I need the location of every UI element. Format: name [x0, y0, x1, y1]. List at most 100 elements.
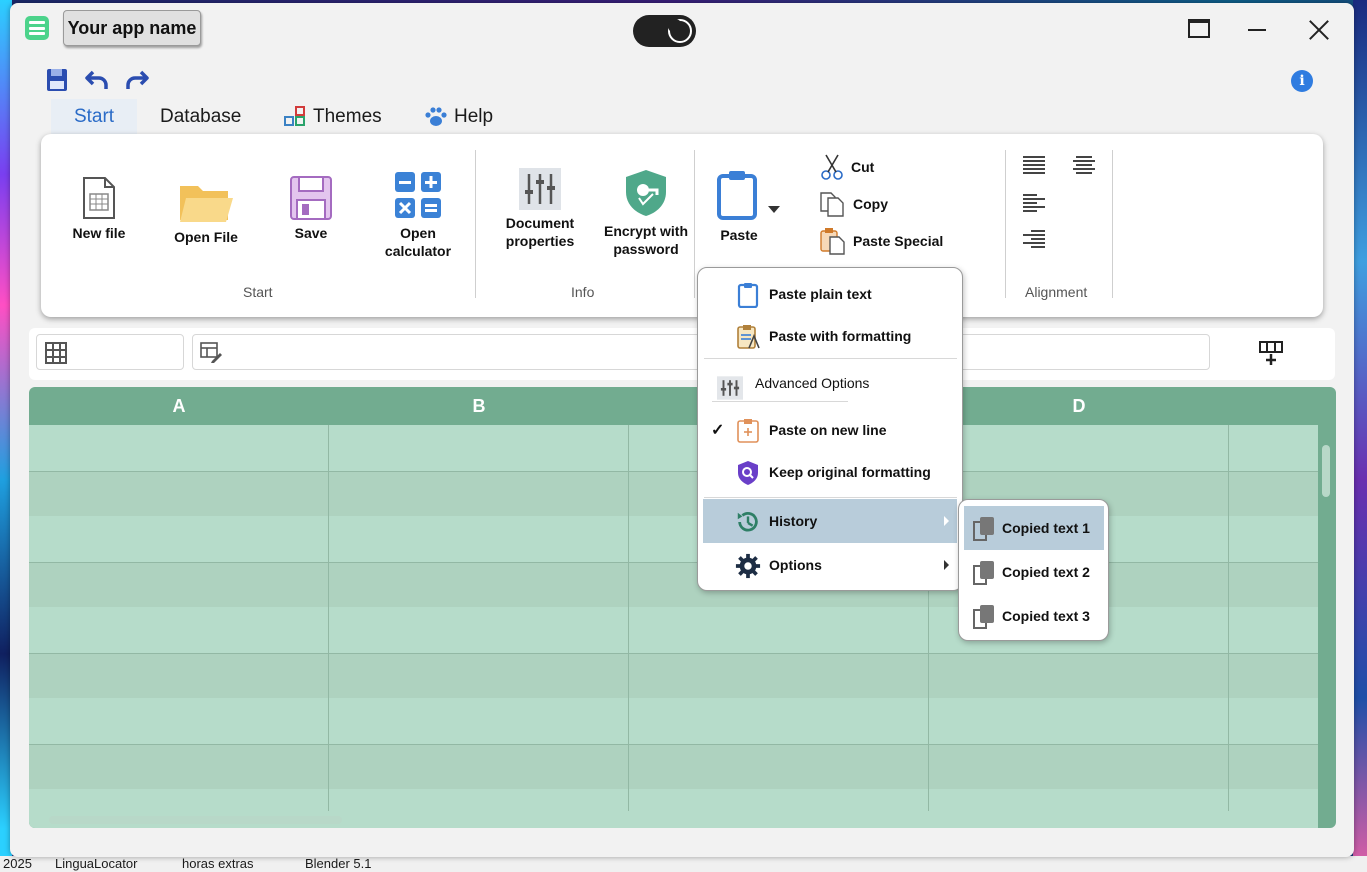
- open-calculator-button[interactable]: Open calculator: [383, 170, 453, 260]
- open-calculator-label-2: calculator: [384, 243, 452, 259]
- menu-item-keep-original-formatting[interactable]: Keep original formatting: [703, 450, 957, 494]
- table-row[interactable]: [29, 516, 1318, 562]
- cut-button[interactable]: Cut: [821, 154, 874, 180]
- tab-database[interactable]: Database: [160, 99, 241, 135]
- minimize-button[interactable]: [1243, 15, 1273, 45]
- app-logo-icon: [25, 16, 49, 40]
- group-label-info: Info: [571, 284, 595, 300]
- gear-icon: [735, 553, 761, 579]
- taskbar-item[interactable]: LinguaLocator: [55, 856, 137, 872]
- tab-label: Help: [454, 106, 494, 127]
- vertical-scrollbar[interactable]: [1322, 445, 1330, 497]
- new-file-label: New file: [72, 225, 126, 241]
- tab-label: Database: [160, 106, 242, 127]
- history-submenu: Copied text 1 Copied text 2 Copied text …: [958, 499, 1109, 641]
- tab-label: Start: [73, 106, 115, 127]
- column-header-e[interactable]: [1229, 387, 1318, 425]
- table-row[interactable]: [29, 607, 1318, 653]
- align-center-icon[interactable]: [1073, 156, 1095, 178]
- grid-line: [628, 425, 629, 811]
- menu-separator: [704, 497, 957, 498]
- undo-icon[interactable]: [84, 67, 110, 93]
- menu-item-options[interactable]: Options: [703, 543, 957, 587]
- menu-item-paste-plain-text[interactable]: Paste plain text: [703, 272, 957, 316]
- table-row[interactable]: [29, 470, 1318, 516]
- copy-doc-icon: [973, 605, 994, 629]
- paste-new-line-icon: [737, 419, 759, 443]
- copy-label: Copy: [853, 196, 888, 212]
- paw-icon: [425, 107, 447, 126]
- maximize-button[interactable]: [1184, 15, 1214, 45]
- paste-format-icon: [737, 325, 760, 349]
- new-file-button[interactable]: New file: [71, 176, 127, 242]
- group-label-start: Start: [243, 284, 273, 300]
- align-justify-icon[interactable]: [1023, 156, 1045, 178]
- tab-label: Themes: [313, 106, 382, 127]
- paste-button[interactable]: Paste: [713, 170, 783, 244]
- open-calculator-label-1: Open: [400, 225, 436, 241]
- taskbar-item[interactable]: 2025: [3, 856, 32, 872]
- menu-item-paste-with-formatting[interactable]: Paste with formatting: [703, 314, 957, 358]
- paste-dropdown-menu: Paste plain text Paste with formatting A…: [697, 267, 963, 591]
- submenu-item-label: Copied text 2: [1002, 564, 1090, 580]
- save-label: Save: [294, 225, 328, 241]
- encrypt-with-password-button[interactable]: Encrypt with password: [593, 168, 699, 258]
- table-row[interactable]: [29, 743, 1318, 789]
- edit-table-icon: [200, 342, 222, 363]
- menu-item-paste-on-new-line[interactable]: ✓ Paste on new line: [703, 408, 957, 452]
- column-header-b[interactable]: B: [329, 387, 629, 425]
- grid-line: [328, 425, 329, 811]
- dark-mode-toggle[interactable]: [633, 15, 696, 47]
- table-row[interactable]: [29, 561, 1318, 607]
- info-icon[interactable]: i: [1291, 70, 1313, 92]
- menu-item-advanced-options[interactable]: Advanced Options: [703, 361, 957, 405]
- align-left-icon[interactable]: [1023, 194, 1045, 216]
- shield-search-icon: [738, 461, 758, 485]
- tab-themes[interactable]: Themes: [283, 99, 382, 135]
- tab-help[interactable]: Help: [424, 99, 493, 135]
- tab-start[interactable]: Start: [51, 99, 137, 137]
- redo-icon[interactable]: [124, 67, 150, 93]
- open-file-button[interactable]: Open File: [171, 180, 241, 246]
- taskbar-item[interactable]: Blender 5.1: [305, 856, 372, 872]
- history-icon: [737, 512, 758, 532]
- align-right-icon[interactable]: [1023, 230, 1045, 252]
- taskbar-item[interactable]: horas extras: [182, 856, 254, 872]
- column-header-d[interactable]: D: [929, 387, 1229, 425]
- ribbon-separator: [1112, 150, 1113, 298]
- save-button[interactable]: Save: [289, 176, 333, 242]
- checkmark-icon: ✓: [711, 422, 725, 439]
- table-row[interactable]: [29, 698, 1318, 744]
- submenu-arrow-icon: [944, 560, 949, 570]
- grid-line: [29, 743, 1318, 745]
- submenu-item-copied-text-2[interactable]: Copied text 2: [964, 550, 1104, 594]
- copy-button[interactable]: Copy: [819, 191, 888, 217]
- column-header-a[interactable]: A: [29, 387, 329, 425]
- clipboard-icon: [717, 171, 780, 220]
- menu-separator: [712, 401, 848, 402]
- desktop-background-right: [1353, 0, 1367, 872]
- quick-save-icon[interactable]: [45, 67, 71, 93]
- table-row[interactable]: [29, 425, 1318, 471]
- grid-line: [29, 470, 1318, 472]
- sliders-icon: [717, 376, 743, 400]
- submenu-item-label: Copied text 1: [1002, 520, 1090, 536]
- document-properties-label-1: Document: [505, 215, 575, 231]
- close-button[interactable]: [1304, 15, 1334, 45]
- cell-name-box[interactable]: [36, 334, 184, 370]
- insert-row-icon[interactable]: [1259, 340, 1283, 366]
- table-row[interactable]: [29, 652, 1318, 698]
- paste-special-icon: [820, 228, 845, 255]
- document-properties-button[interactable]: Document properties: [493, 168, 587, 250]
- new-file-icon: [83, 177, 115, 219]
- paste-special-button[interactable]: Paste Special: [819, 228, 944, 255]
- ribbon-separator: [475, 150, 476, 298]
- submenu-item-copied-text-1[interactable]: Copied text 1: [964, 506, 1104, 550]
- horizontal-scrollbar[interactable]: [49, 816, 342, 824]
- app-name-button[interactable]: Your app name: [63, 10, 201, 46]
- paste-special-label: Paste Special: [853, 233, 944, 249]
- menu-item-history[interactable]: History: [703, 499, 957, 543]
- grid-line: [1228, 425, 1229, 811]
- submenu-item-copied-text-3[interactable]: Copied text 3: [964, 594, 1104, 638]
- spreadsheet: A B D: [29, 387, 1336, 828]
